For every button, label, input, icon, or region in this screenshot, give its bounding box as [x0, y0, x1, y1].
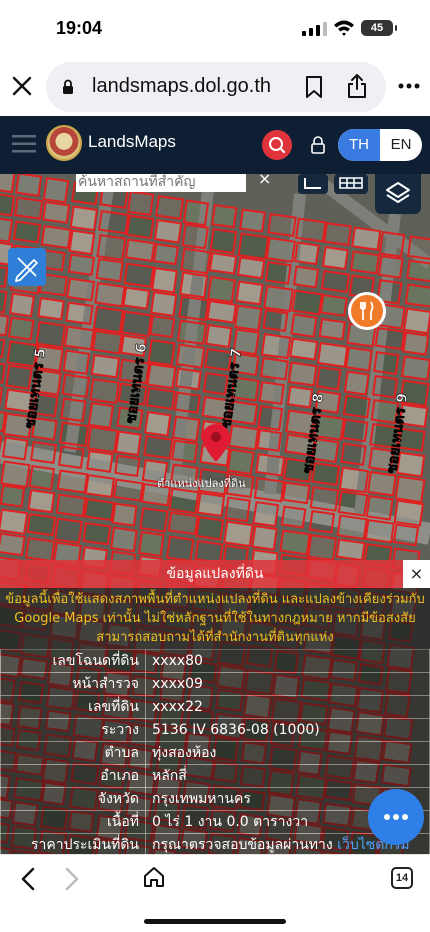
hamburger-menu-icon[interactable]: [12, 134, 36, 154]
row-label: เนื้อที่: [0, 810, 146, 834]
draw-tool-button[interactable]: [8, 248, 46, 286]
back-arrow-icon[interactable]: [20, 867, 36, 891]
row-value: xxxx22: [145, 695, 430, 719]
row-value: xxxx80: [145, 649, 430, 673]
search-icon: [269, 137, 286, 154]
row-label: เลขโฉนดที่ดิน: [0, 649, 146, 673]
row-value: 5136 IV 6836-08 (1000): [145, 718, 430, 742]
home-icon[interactable]: [142, 865, 166, 889]
lock-icon: [63, 79, 73, 94]
browser-bottom-bar: 14: [0, 854, 430, 932]
login-lock-icon[interactable]: [310, 136, 326, 154]
table-row: จังหวัด กรุงเทพมหานคร: [0, 787, 430, 811]
row-label: ตำบล: [0, 741, 146, 765]
tab-count-button[interactable]: 14: [391, 867, 413, 889]
share-icon[interactable]: [346, 73, 368, 99]
search-button[interactable]: [262, 130, 292, 160]
table-row: ระวาง 5136 IV 6836-08 (1000): [0, 718, 430, 742]
measure-icon: [304, 178, 321, 189]
language-toggle[interactable]: TH EN: [338, 129, 422, 161]
panel-close-button[interactable]: ×: [403, 560, 430, 588]
table-row: อำเภอ หลักสี่: [0, 764, 430, 788]
dol-logo: [46, 125, 82, 161]
row-label: จังหวัด: [0, 787, 146, 811]
location-pin-icon[interactable]: [198, 422, 234, 464]
more-options-icon[interactable]: [398, 82, 420, 90]
pin-label: ตำแหน่งแปลงที่ดิน: [157, 477, 246, 490]
lang-th-button[interactable]: TH: [338, 129, 380, 161]
parcel-info-panel: ข้อมูลแปลงที่ดิน × ข้อมูลนี้เพื่อใช้แสดง…: [0, 560, 430, 857]
grid-control-button[interactable]: [334, 174, 368, 194]
wifi-icon: [334, 20, 354, 36]
forward-arrow-icon[interactable]: [64, 867, 80, 891]
browser-toolbar: landsmaps.dol.go.th: [0, 56, 430, 116]
close-icon[interactable]: [10, 74, 34, 98]
parcel-info-table: เลขโฉนดที่ดิน xxxx80 หน้าสำรวจ xxxx09 เลขท…: [0, 649, 430, 857]
table-row: เลขที่ดิน xxxx22: [0, 695, 430, 719]
restaurant-poi-icon[interactable]: [348, 292, 386, 330]
more-dots-icon: [384, 814, 408, 820]
home-indicator: [144, 919, 286, 924]
cellular-signal-icon: [302, 22, 327, 36]
table-row: เลขโฉนดที่ดิน xxxx80: [0, 649, 430, 673]
lang-en-button[interactable]: EN: [380, 129, 422, 161]
row-label: หน้าสำรวจ: [0, 672, 146, 696]
pencil-ruler-icon: [15, 257, 38, 282]
table-row: เนื้อที่ 0 ไร่ 1 งาน 0.0 ตารางวา: [0, 810, 430, 834]
grid-icon: [339, 177, 363, 189]
status-time: 19:04: [56, 18, 103, 38]
search-clear-button[interactable]: ×: [258, 174, 274, 188]
row-label: อำเภอ: [0, 764, 146, 788]
brand-name: LandsMaps: [88, 132, 176, 151]
row-value: หลักสี่: [145, 764, 430, 788]
more-actions-fab[interactable]: [368, 789, 424, 845]
row-value: xxxx09: [145, 672, 430, 696]
layers-button[interactable]: [375, 174, 421, 214]
status-bar: 19:04 45: [0, 0, 430, 56]
battery-indicator: 45: [361, 20, 397, 36]
app-header: LandsMaps TH EN: [0, 116, 430, 174]
row-value-text: กรุณาตรวจสอบข้อมูลผ่านทาง: [152, 837, 333, 853]
row-label: เลขที่ดิน: [0, 695, 146, 719]
bookmark-icon[interactable]: [305, 75, 323, 99]
panel-title: ข้อมูลแปลงที่ดิน: [0, 560, 430, 588]
table-row: หน้าสำรวจ xxxx09: [0, 672, 430, 696]
layers-icon: [386, 182, 410, 203]
map-control-button[interactable]: [298, 174, 328, 194]
landmark-search-input[interactable]: ค้นหาสถานที่สำคัญ: [76, 174, 246, 192]
row-value: ทุ่งสองห้อง: [145, 741, 430, 765]
table-row: ตำบล ทุ่งสองห้อง: [0, 741, 430, 765]
url-text: landsmaps.dol.go.th: [92, 75, 272, 97]
fork-knife-icon: [360, 301, 374, 320]
disclaimer-note: ข้อมูลนี้เพื่อใช้แสดงสภาพพื้นที่ตำแหน่งแ…: [0, 588, 430, 650]
row-label: ระวาง: [0, 718, 146, 742]
address-bar[interactable]: landsmaps.dol.go.th: [46, 62, 386, 112]
